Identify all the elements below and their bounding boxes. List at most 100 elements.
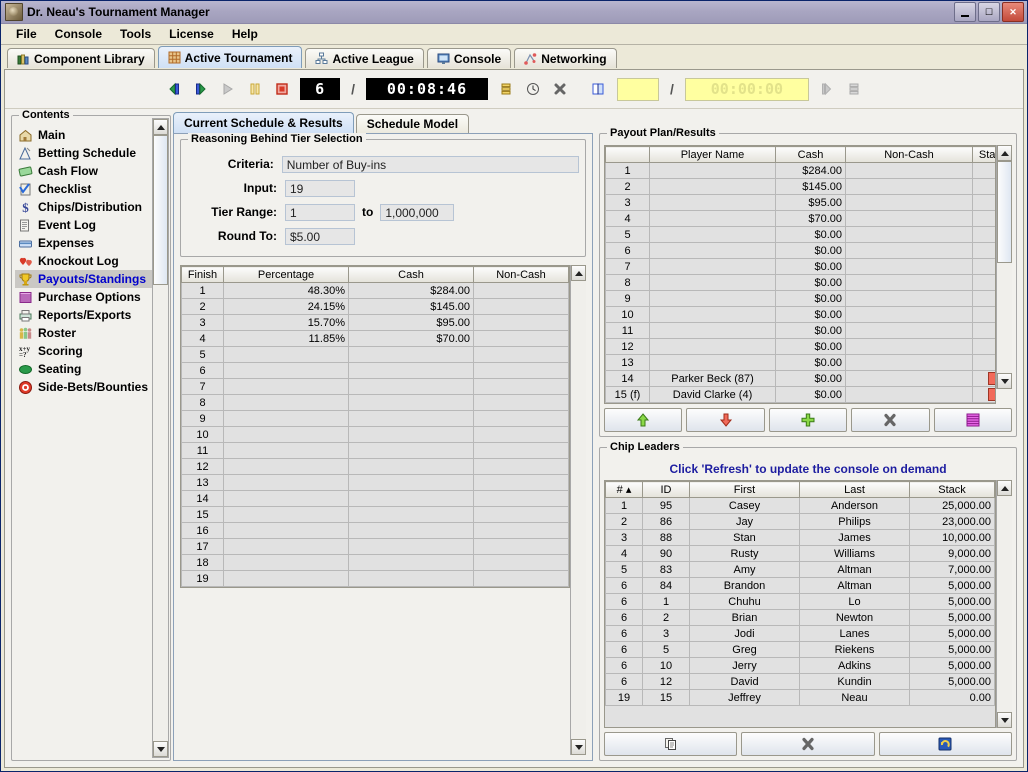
criteria-field[interactable]: Number of Buy-ins [281,155,579,173]
scroll-down-button[interactable] [571,739,586,755]
scroll-down-button[interactable] [997,712,1012,728]
tab-active-league[interactable]: Active League [305,48,424,68]
table-row[interactable]: 4 11.85% $70.00 [181,330,569,347]
cell-last[interactable]: Riekens [799,641,910,658]
table-row[interactable]: 9 $0.00 [605,290,995,307]
next-level-button[interactable] [192,80,210,98]
cell-rank[interactable]: 7 [605,258,650,275]
cell-id[interactable]: 83 [642,561,690,578]
col-player-name[interactable]: Player Name [649,146,776,163]
cell-cash[interactable]: $0.00 [775,386,846,403]
col-cash[interactable]: Cash [775,146,846,163]
sidebar-item-main[interactable]: Main [15,126,167,144]
cell-cash[interactable]: $70.00 [348,330,474,347]
scroll-thumb[interactable] [153,135,168,285]
cell-non-cash[interactable] [845,210,973,227]
cell-finish[interactable]: 16 [181,522,224,539]
cell-id[interactable]: 90 [642,545,690,562]
menu-tools[interactable]: Tools [111,25,160,43]
menu-file[interactable]: File [7,25,46,43]
table-row[interactable]: 6 3 Jodi Lanes 5,000.00 [605,625,995,642]
cell-non-cash[interactable] [473,474,569,491]
cell-stack[interactable]: 5,000.00 [909,673,995,690]
cell-non-cash[interactable] [473,490,569,507]
cell-rank[interactable]: 5 [605,561,643,578]
col-finish[interactable]: Finish [181,266,224,283]
break-level-field[interactable] [617,77,659,101]
clear-button[interactable] [741,732,875,756]
table-row[interactable]: 2 24.15% $145.00 [181,298,569,315]
cell-status[interactable] [972,354,995,371]
cell-rank[interactable]: 3 [605,194,650,211]
table-row[interactable]: 6 5 Greg Riekens 5,000.00 [605,641,995,658]
cell-rank[interactable]: 19 [605,689,643,706]
cell-player-name[interactable] [649,274,776,291]
cell-cash[interactable] [348,346,474,363]
table-row[interactable]: 8 $0.00 [605,274,995,291]
cell-percentage[interactable] [223,394,349,411]
menu-help[interactable]: Help [223,25,267,43]
sidebar-item-event-log[interactable]: Event Log [15,216,167,234]
cell-rank[interactable]: 1 [605,162,650,179]
table-row[interactable]: 5 83 Amy Altman 7,000.00 [605,561,995,578]
cell-cash[interactable]: $0.00 [775,306,846,323]
cell-cash[interactable] [348,474,474,491]
cell-cash[interactable] [348,570,474,587]
table-row[interactable]: 4 $70.00 [605,210,995,227]
cell-stack[interactable]: 5,000.00 [909,641,995,658]
cell-percentage[interactable] [223,410,349,427]
cell-rank[interactable]: 13 [605,354,650,371]
cell-last[interactable]: Newton [799,609,910,626]
tier-range-to-field[interactable]: 1,000,000 [380,203,455,221]
cell-cash[interactable]: $284.00 [348,282,474,299]
cell-rank[interactable]: 15 (f) [605,386,650,403]
cell-rank[interactable]: 1 [605,497,643,514]
scroll-thumb[interactable] [997,161,1012,263]
cell-non-cash[interactable] [473,570,569,587]
cell-first[interactable]: Brian [689,609,800,626]
sidebar-item-chips-distribution[interactable]: $ Chips/Distribution [15,198,167,216]
cell-cash[interactable] [348,442,474,459]
cell-non-cash[interactable] [473,410,569,427]
cell-finish[interactable]: 4 [181,330,224,347]
sidebar-item-side-bets-bounties[interactable]: Side-Bets/Bounties [15,378,167,396]
cell-first[interactable]: Amy [689,561,800,578]
cell-rank[interactable]: 10 [605,306,650,323]
table-row[interactable]: 11 [181,442,569,459]
cell-cash[interactable]: $95.00 [775,194,846,211]
cell-non-cash[interactable] [473,554,569,571]
cell-id[interactable]: 84 [642,577,690,594]
cell-first[interactable]: Stan [689,529,800,546]
cell-id[interactable]: 1 [642,593,690,610]
cell-rank[interactable]: 6 [605,609,643,626]
cell-cash[interactable] [348,522,474,539]
cell-non-cash[interactable] [473,330,569,347]
table-row[interactable]: 15 (f) David Clarke (4) $0.00 [605,386,995,403]
cell-rank[interactable]: 6 [605,625,643,642]
table-row[interactable]: 2 $145.00 [605,178,995,195]
cell-non-cash[interactable] [845,290,973,307]
cell-cash[interactable]: $0.00 [775,354,846,371]
cell-cash[interactable]: $284.00 [775,162,846,179]
cell-stack[interactable]: 5,000.00 [909,577,995,594]
cell-percentage[interactable] [223,442,349,459]
table-row[interactable]: 6 10 Jerry Adkins 5,000.00 [605,657,995,674]
cell-percentage[interactable]: 11.85% [223,330,349,347]
cell-id[interactable]: 12 [642,673,690,690]
table-row[interactable]: 10 $0.00 [605,306,995,323]
col-first[interactable]: First [689,481,800,498]
cell-non-cash[interactable] [473,522,569,539]
cell-id[interactable]: 3 [642,625,690,642]
cell-percentage[interactable] [223,426,349,443]
cell-id[interactable]: 10 [642,657,690,674]
tier-range-from-field[interactable]: 1 [285,203,355,221]
cell-rank[interactable]: 3 [605,529,643,546]
cell-non-cash[interactable] [473,394,569,411]
cell-cash[interactable]: $145.00 [348,298,474,315]
cell-cash[interactable] [348,458,474,475]
sidebar-item-scoring[interactable]: x+y =? Scoring [15,342,167,360]
scroll-up-button[interactable] [153,119,168,135]
cell-non-cash[interactable] [845,178,973,195]
cell-non-cash[interactable] [845,194,973,211]
clock-settings-button[interactable] [524,80,542,98]
